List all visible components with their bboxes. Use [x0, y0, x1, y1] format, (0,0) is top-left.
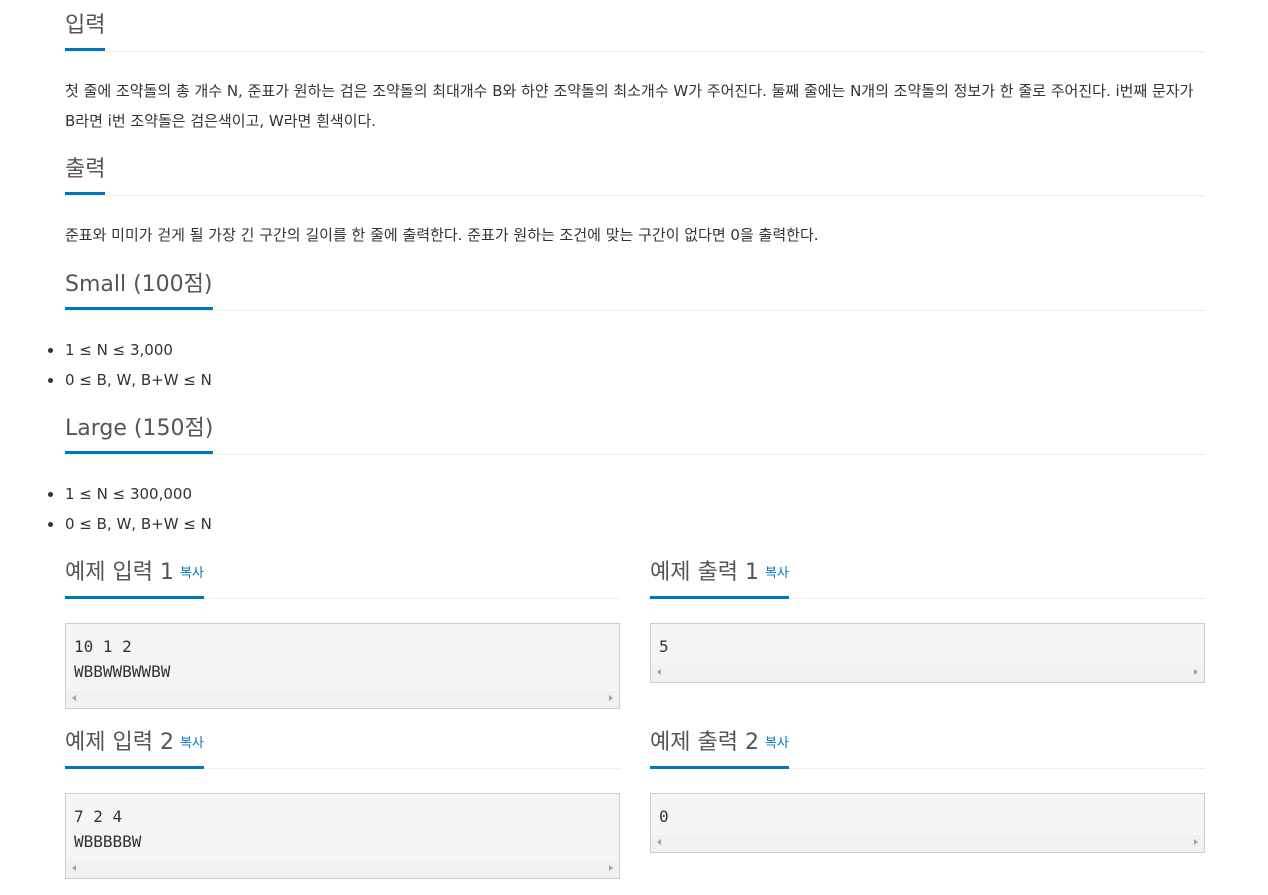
sample-output-1-box[interactable]: 5	[650, 623, 1205, 683]
constraint-item: 0 ≤ B, W, B+W ≤ N	[48, 509, 212, 539]
horizontal-scrollbar[interactable]	[651, 665, 1204, 682]
sample-input-1: 예제 입력 1 복사 10 1 2 WBBWWBWWBW	[65, 547, 620, 709]
sample-input-1-box[interactable]: 10 1 2 WBBWWBWWBW	[65, 623, 620, 709]
sample-input-1-title: 예제 입력 1	[65, 560, 174, 585]
code-line: WBBWWBWWBW	[74, 662, 171, 681]
code-line: 10 1 2	[74, 637, 132, 656]
input-description: 첫 줄에 조약돌의 총 개수 N, 준표가 원하는 검은 조약돌의 최대개수 B…	[65, 82, 1194, 130]
sample-input-2-box[interactable]: 7 2 4 WBBBBBW	[65, 793, 620, 879]
sample-input-1-header: 예제 입력 1 복사	[65, 547, 620, 599]
scroll-left-arrow-icon[interactable]	[72, 695, 76, 701]
code-line: 0	[659, 807, 669, 826]
sample-output-2: 예제 출력 2 복사 0	[650, 717, 1205, 853]
constraint-item: 1 ≤ N ≤ 300,000	[48, 479, 212, 509]
sample-output-1-header: 예제 출력 1 복사	[650, 547, 1205, 599]
large-title: Large (150점)	[65, 415, 214, 454]
large-constraints: 1 ≤ N ≤ 300,000 0 ≤ B, W, B+W ≤ N	[48, 479, 212, 539]
horizontal-scrollbar[interactable]	[66, 861, 619, 878]
sample-output-2-header: 예제 출력 2 복사	[650, 717, 1205, 769]
output-title: 출력	[65, 156, 106, 195]
constraint-item: 1 ≤ N ≤ 3,000	[48, 335, 212, 365]
scroll-right-arrow-icon[interactable]	[609, 865, 613, 871]
sample-input-2: 예제 입력 2 복사 7 2 4 WBBBBBW	[65, 717, 620, 879]
sample-output-2-title: 예제 출력 2	[650, 730, 759, 755]
code-line: 7 2 4	[74, 807, 123, 826]
copy-button[interactable]: 복사	[765, 736, 789, 751]
output-description: 준표와 미미가 걷게 될 가장 긴 구간의 길이를 한 줄에 출력한다. 준표가…	[65, 226, 819, 244]
scroll-right-arrow-icon[interactable]	[609, 695, 613, 701]
input-title: 입력	[65, 12, 106, 51]
scroll-left-arrow-icon[interactable]	[657, 669, 661, 675]
sample-output-2-box[interactable]: 0	[650, 793, 1205, 853]
input-header: 입력	[65, 0, 1205, 52]
scroll-right-arrow-icon[interactable]	[1194, 669, 1198, 675]
constraint-item: 0 ≤ B, W, B+W ≤ N	[48, 365, 212, 395]
copy-button[interactable]: 복사	[180, 736, 204, 751]
code-line: WBBBBBW	[74, 832, 142, 851]
horizontal-scrollbar[interactable]	[651, 835, 1204, 852]
scroll-left-arrow-icon[interactable]	[657, 839, 661, 845]
sample-output-1: 예제 출력 1 복사 5	[650, 547, 1205, 683]
sample-input-2-title: 예제 입력 2	[65, 730, 174, 755]
scroll-left-arrow-icon[interactable]	[72, 865, 76, 871]
sample-input-2-header: 예제 입력 2 복사	[65, 717, 620, 769]
sample-output-1-title: 예제 출력 1	[650, 560, 759, 585]
output-header: 출력	[65, 144, 1205, 196]
scroll-right-arrow-icon[interactable]	[1194, 839, 1198, 845]
horizontal-scrollbar[interactable]	[66, 691, 619, 708]
small-header: Small (100점)	[65, 259, 1205, 311]
code-line: 5	[659, 637, 669, 656]
copy-button[interactable]: 복사	[180, 566, 204, 581]
copy-button[interactable]: 복사	[765, 566, 789, 581]
large-header: Large (150점)	[65, 403, 1205, 455]
small-constraints: 1 ≤ N ≤ 3,000 0 ≤ B, W, B+W ≤ N	[48, 335, 212, 395]
small-title: Small (100점)	[65, 271, 213, 310]
